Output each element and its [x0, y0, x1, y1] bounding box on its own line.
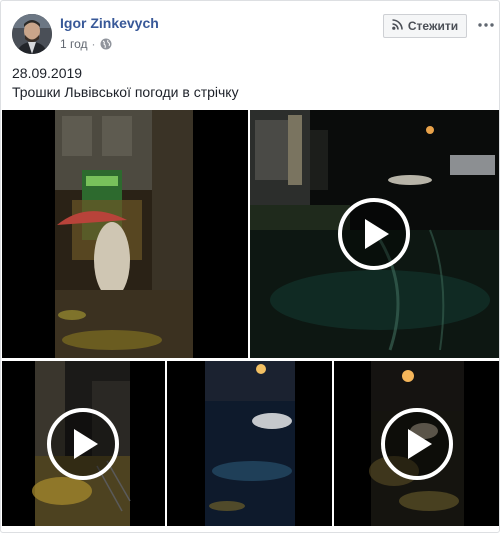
- post-caption: Трошки Львівської погоди в стрічку: [12, 84, 239, 100]
- follow-button[interactable]: Стежити: [383, 14, 467, 38]
- avatar[interactable]: [12, 14, 52, 54]
- play-icon[interactable]: [338, 198, 410, 270]
- post-time[interactable]: 1 год: [60, 37, 88, 51]
- author-name[interactable]: Igor Zinkevych: [60, 15, 159, 31]
- play-icon[interactable]: [381, 408, 453, 480]
- video-tile-1[interactable]: [2, 110, 248, 358]
- video-tile-2[interactable]: [250, 110, 499, 358]
- post-card: Igor Zinkevych 1 год · Стежити 28.09.201…: [0, 0, 500, 533]
- post-meta: 1 год ·: [60, 37, 112, 51]
- rss-icon: [392, 19, 403, 33]
- post-text: 28.09.2019 Трошки Львівської погоди в ст…: [12, 64, 239, 102]
- globe-icon[interactable]: [100, 38, 112, 50]
- video-thumbnail-1: [2, 110, 248, 358]
- follow-label: Стежити: [407, 19, 459, 33]
- post-date-line: 28.09.2019: [12, 65, 83, 81]
- meta-separator: ·: [91, 37, 96, 51]
- play-icon[interactable]: [47, 408, 119, 480]
- video-thumbnail-4: [167, 361, 332, 526]
- video-tile-4[interactable]: [167, 361, 332, 526]
- video-tile-3[interactable]: [2, 361, 165, 526]
- video-tile-5[interactable]: [334, 361, 499, 526]
- more-options-icon[interactable]: [476, 15, 496, 35]
